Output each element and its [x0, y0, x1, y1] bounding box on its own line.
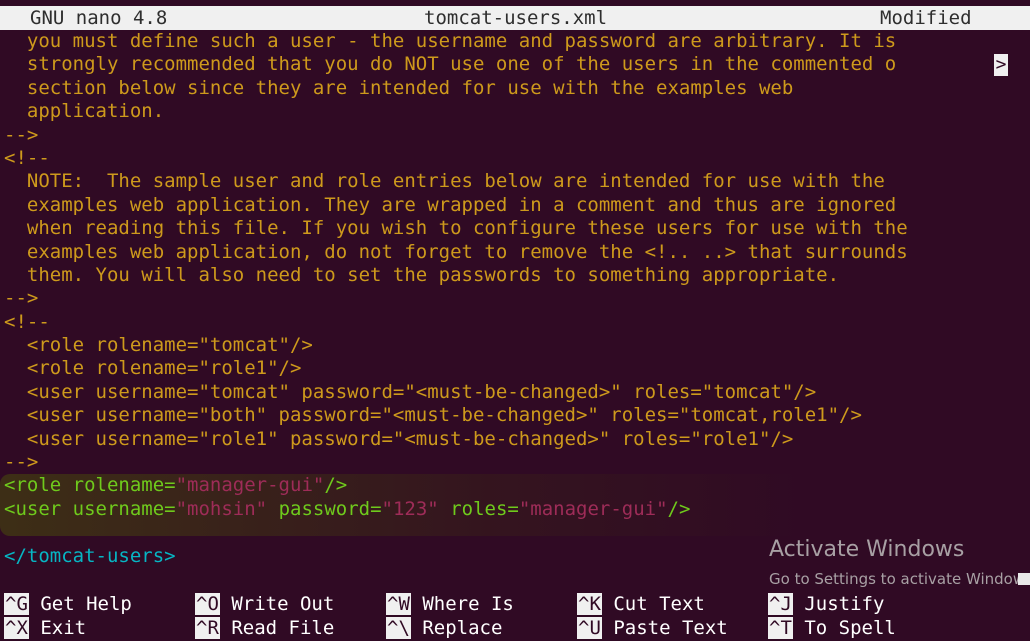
- shortcut-key: ^G: [4, 593, 29, 615]
- shortcut-key: ^T: [768, 617, 793, 639]
- role-tag: <role: [4, 474, 62, 497]
- shortcut-get-help[interactable]: ^G Get Help: [4, 593, 132, 616]
- line-overflow-marker: >: [994, 54, 1008, 76]
- shortcut-label: Replace: [422, 617, 503, 639]
- shortcut-label: Cut Text: [613, 593, 705, 615]
- shortcut-justify[interactable]: ^J Justify: [768, 593, 884, 616]
- shortcut-paste-text[interactable]: ^U Paste Text: [577, 617, 728, 640]
- shortcut-write-out[interactable]: ^O Write Out: [195, 593, 334, 616]
- rolename-attr: rolename=: [72, 474, 176, 497]
- shortcut-key: ^W: [386, 593, 411, 615]
- shortcut-key: ^R: [195, 617, 220, 639]
- editor-line: -->: [4, 451, 39, 474]
- shortcut-key: ^\: [386, 617, 411, 639]
- user-mohsin-line: <user username="mohsin" password="123" r…: [4, 498, 1014, 521]
- editor-line: examples web application, do not forget …: [4, 240, 908, 263]
- editor-line: <role rolename="role1"/>: [4, 357, 302, 380]
- editor-line: <!--: [4, 310, 50, 333]
- editor-line: -->: [4, 287, 39, 310]
- roles-value: "manager-gui": [518, 497, 668, 520]
- shortcut-key: ^U: [577, 617, 602, 639]
- editor-line: when reading this file. If you wish to c…: [4, 217, 908, 240]
- editor-area[interactable]: you must define such a user - the userna…: [4, 30, 1014, 568]
- shortcut-label: To Spell: [804, 617, 896, 639]
- username-attr: username=: [72, 497, 176, 520]
- editor-line: section below since they are intended fo…: [4, 76, 794, 99]
- editor-line: <!--: [4, 146, 50, 169]
- app-version: GNU nano 4.8: [30, 7, 168, 29]
- shortcut-label: Write Out: [231, 593, 335, 615]
- password-attr: password=: [278, 497, 382, 520]
- shortcut-replace[interactable]: ^\ Replace: [386, 617, 502, 640]
- tag-close: />: [324, 474, 348, 497]
- shortcut-read-file[interactable]: ^R Read File: [195, 617, 334, 640]
- shortcut-key: ^X: [4, 617, 29, 639]
- shortcut-key: ^K: [577, 593, 602, 615]
- shortcut-key: ^O: [195, 593, 220, 615]
- user-tag: <user: [4, 497, 62, 520]
- shortcut-cut-text[interactable]: ^K Cut Text: [577, 593, 705, 616]
- shortcut-exit[interactable]: ^X Exit: [4, 617, 86, 640]
- role-manager-gui-line: <role rolename="manager-gui"/>: [4, 474, 1014, 497]
- shortcut-where-is[interactable]: ^W Where Is: [386, 593, 514, 616]
- file-name: tomcat-users.xml: [424, 7, 608, 29]
- editor-line: examples web application. They are wrapp…: [4, 193, 897, 216]
- editor-line: <role rolename="tomcat"/>: [4, 334, 313, 357]
- editor-line: <user username="tomcat" password="<must-…: [4, 380, 817, 403]
- roles-attr: roles=: [450, 497, 519, 520]
- shortcut-label: Where Is: [422, 593, 514, 615]
- editor-line: you must define such a user - the userna…: [4, 30, 897, 52]
- activate-windows-subtitle: Go to Settings to activate Windows.: [769, 570, 1030, 588]
- shortcut-bar: ^G Get Help ^O Write Out ^W Where Is ^K …: [0, 593, 1030, 641]
- shortcut-label: Exit: [40, 617, 87, 639]
- editor-line: <user username="both" password="<must-be…: [4, 404, 862, 427]
- tag-close: />: [667, 497, 691, 520]
- scrollbar-thumb[interactable]: [1018, 573, 1030, 585]
- username-value: "mohsin": [175, 497, 268, 520]
- shortcut-label: Paste Text: [613, 617, 728, 639]
- editor-line: application.: [4, 100, 165, 123]
- shortcut-key: ^J: [768, 593, 793, 615]
- nano-titlebar: GNU nano 4.8 tomcat-users.xml Modified: [0, 6, 1030, 30]
- editor-line: them. You will also need to set the pass…: [4, 263, 840, 286]
- password-value: "123": [381, 497, 439, 520]
- shortcut-label: Read File: [231, 617, 335, 639]
- modified-status: Modified: [880, 7, 972, 29]
- shortcut-label: Justify: [804, 593, 885, 615]
- shortcut-to-spell[interactable]: ^T To Spell: [768, 617, 896, 640]
- rolename-value: "manager-gui": [175, 474, 325, 497]
- activate-windows-title: Activate Windows: [769, 537, 965, 562]
- editor-line: NOTE: The sample user and role entries b…: [4, 170, 885, 193]
- editor-line: strongly recommended that you do NOT use…: [4, 53, 897, 76]
- editor-line: -->: [4, 123, 39, 146]
- shortcut-label: Get Help: [40, 593, 132, 615]
- editor-line: <user username="role1" password="<must-b…: [4, 427, 794, 450]
